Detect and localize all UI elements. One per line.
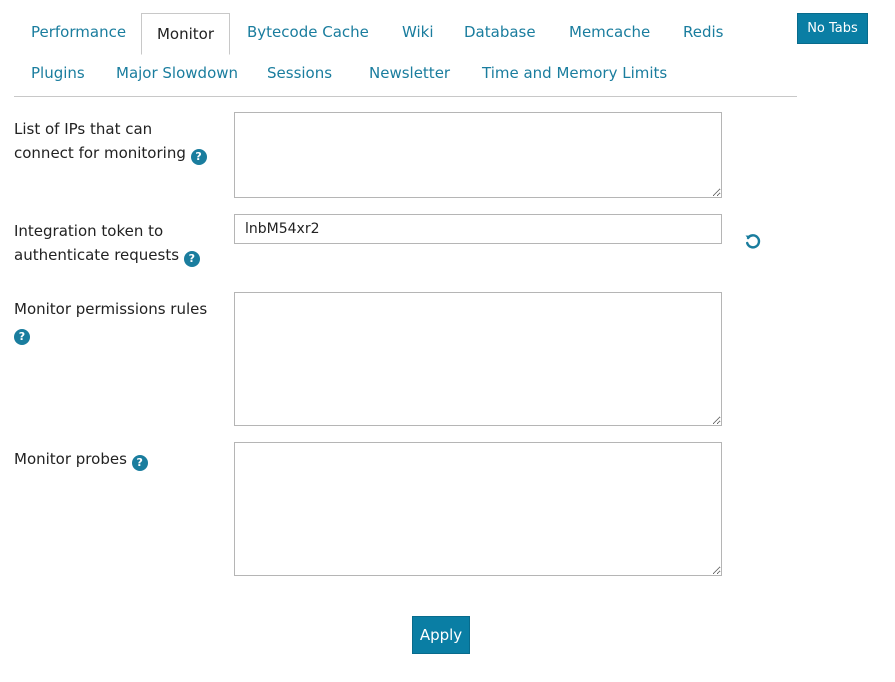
probes-textarea[interactable] (234, 442, 722, 576)
help-icon[interactable]: ? (190, 149, 207, 165)
tab-bar: Performance Monitor Bytecode Cache Wiki … (14, 13, 797, 97)
ips-label-line2: connect for monitoring (14, 144, 186, 162)
tab-memcache[interactable]: Memcache (569, 22, 650, 42)
ips-label-line1: List of IPs that can (14, 120, 153, 138)
tab-newsletter[interactable]: Newsletter (369, 63, 450, 83)
probes-label: Monitor probes ? (14, 447, 219, 471)
token-label-line2: authenticate requests (14, 246, 180, 264)
tab-redis[interactable]: Redis (683, 22, 723, 42)
help-icon[interactable]: ? (14, 329, 30, 345)
tab-performance[interactable]: Performance (31, 22, 126, 42)
ips-textarea[interactable] (234, 112, 722, 198)
help-icon[interactable]: ? (183, 251, 200, 267)
permissions-label: Monitor permissions rules ? (14, 297, 219, 345)
permissions-textarea[interactable] (234, 292, 722, 426)
ips-label: List of IPs that can connect for monitor… (14, 117, 219, 165)
tab-sessions[interactable]: Sessions (267, 63, 332, 83)
tab-wiki[interactable]: Wiki (402, 22, 434, 42)
refresh-icon[interactable] (744, 233, 762, 251)
tab-time-and-memory-limits[interactable]: Time and Memory Limits (482, 63, 667, 83)
probes-label-text: Monitor probes (14, 450, 127, 468)
tab-database[interactable]: Database (464, 22, 536, 42)
token-label: Integration token to authenticate reques… (14, 219, 219, 267)
help-icon[interactable]: ? (131, 455, 148, 471)
tab-monitor[interactable]: Monitor (141, 13, 230, 55)
tab-major-slowdown[interactable]: Major Slowdown (116, 63, 238, 83)
no-tabs-button[interactable]: No Tabs (797, 13, 868, 44)
token-input[interactable] (234, 214, 722, 244)
apply-button[interactable]: Apply (412, 616, 470, 654)
token-label-line1: Integration token to (14, 222, 164, 240)
tab-plugins[interactable]: Plugins (31, 63, 85, 83)
tab-bytecode-cache[interactable]: Bytecode Cache (247, 22, 369, 42)
permissions-label-text: Monitor permissions rules (14, 300, 208, 318)
